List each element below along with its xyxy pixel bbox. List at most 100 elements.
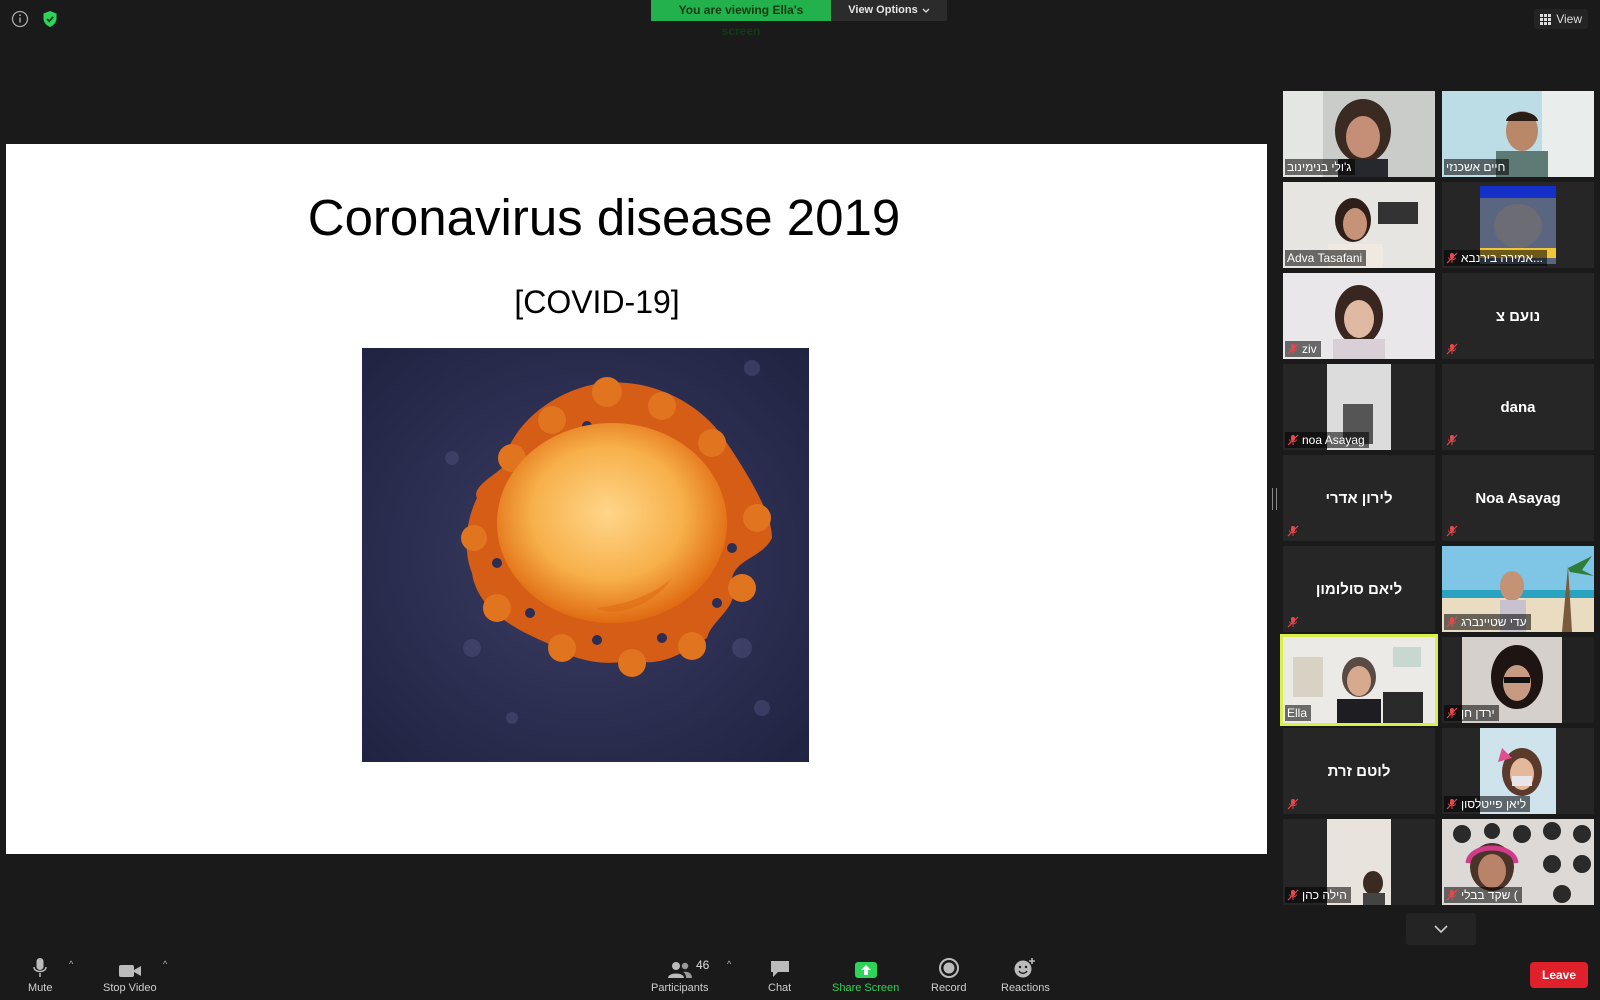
mic-muted-icon bbox=[1446, 525, 1458, 537]
participant-name: לירון אדרי bbox=[1325, 489, 1393, 507]
participant-name-tag: ליאן פייטלסון bbox=[1444, 796, 1531, 812]
participant-tile[interactable]: dana bbox=[1442, 364, 1594, 450]
participant-name: ג'ולי בנימינוב bbox=[1287, 160, 1352, 174]
slide-subtitle: [COVID-19] bbox=[514, 284, 680, 320]
chat-bubble-icon bbox=[770, 961, 789, 977]
stop-video-label: Stop Video bbox=[103, 982, 157, 994]
participant-name-tag: Ella bbox=[1285, 705, 1312, 721]
active-speaker-tile[interactable]: Ella bbox=[1280, 634, 1438, 726]
zoom-meeting-window: You are viewing Ella's screen View Optio… bbox=[0, 0, 1600, 1000]
mic-muted-icon bbox=[1446, 616, 1458, 628]
video-camera-icon bbox=[118, 965, 141, 977]
participant-name-tag: ג'ולי בנימינוב bbox=[1285, 159, 1356, 175]
view-label: View bbox=[1556, 12, 1582, 26]
participant-name: לוטם זרת bbox=[1327, 762, 1391, 780]
participant-name: ליאן פייטלסון bbox=[1461, 797, 1527, 811]
record-label: Record bbox=[931, 982, 967, 994]
participants-options-caret-icon[interactable]: ^ bbox=[727, 959, 731, 969]
participant-name: ziv bbox=[1302, 342, 1317, 356]
mic-muted-icon bbox=[1446, 434, 1458, 446]
participant-name: אמירה בירנבא... bbox=[1461, 251, 1543, 265]
mic-muted-icon bbox=[1287, 889, 1299, 901]
record-icon bbox=[938, 958, 959, 978]
participant-name: חיים אשכנזי bbox=[1446, 160, 1506, 174]
share-screen-button[interactable]: Share Screen bbox=[832, 955, 899, 994]
stop-video-button[interactable]: Stop Video bbox=[103, 955, 157, 994]
viewing-screen-label: You are viewing Ella's screen bbox=[651, 0, 831, 38]
participant-name-tag: אמירה בירנבא... bbox=[1444, 250, 1547, 266]
participant-name-tag: ירדן חן bbox=[1444, 705, 1499, 721]
participant-name-tag: הילה כהן bbox=[1285, 887, 1351, 903]
mic-muted-icon bbox=[1287, 798, 1299, 810]
mute-button[interactable]: Mute bbox=[28, 955, 52, 994]
participant-name-tag: שקד בבלי ( bbox=[1444, 887, 1522, 903]
mic-muted-icon bbox=[1446, 343, 1458, 355]
mic-muted-icon bbox=[1446, 889, 1458, 901]
audio-options-caret-icon[interactable]: ^ bbox=[69, 959, 73, 969]
chat-label: Chat bbox=[768, 982, 792, 994]
mic-muted-icon bbox=[1287, 434, 1299, 446]
participant-name: Adva Tasafani bbox=[1287, 251, 1363, 265]
participant-tile[interactable]: noa Asayag bbox=[1283, 364, 1435, 450]
participants-icon bbox=[667, 962, 692, 978]
mic-muted-icon bbox=[1446, 798, 1458, 810]
mic-muted-icon bbox=[1287, 525, 1299, 537]
participant-name: Ella bbox=[1287, 706, 1308, 720]
participant-tile[interactable]: ziv bbox=[1283, 273, 1435, 359]
chevron-down-icon bbox=[922, 8, 930, 13]
participant-tile[interactable]: ליאם סולומון bbox=[1283, 546, 1435, 632]
participant-name-tag: עדי שטיינברג bbox=[1444, 614, 1531, 630]
participant-name: ליאם סולומון bbox=[1315, 580, 1403, 598]
participant-tile[interactable]: ירדן חן bbox=[1442, 637, 1594, 723]
encryption-shield-icon[interactable] bbox=[40, 9, 60, 29]
participant-tile[interactable]: נועם צ bbox=[1442, 273, 1594, 359]
shared-screen-slide: Coronavirus disease 2019 [COVID-19] bbox=[6, 144, 1267, 854]
participant-name: noa Asayag bbox=[1302, 433, 1365, 447]
participant-name-tag: Adva Tasafani bbox=[1285, 250, 1367, 266]
participant-name-tag: ziv bbox=[1285, 341, 1321, 357]
participant-tile[interactable]: לוטם זרת bbox=[1283, 728, 1435, 814]
participant-tile[interactable]: לירון אדרי bbox=[1283, 455, 1435, 541]
reactions-label: Reactions bbox=[1001, 982, 1050, 994]
view-button[interactable]: View bbox=[1534, 9, 1588, 29]
participant-tile[interactable]: Noa Asayag bbox=[1442, 455, 1594, 541]
participant-name: שקד בבלי ( bbox=[1461, 888, 1518, 902]
gallery-next-page-button[interactable] bbox=[1406, 913, 1476, 945]
participant-name-tag: noa Asayag bbox=[1285, 432, 1369, 448]
participant-tile[interactable]: חיים אשכנזי bbox=[1442, 91, 1594, 177]
panel-resize-handle[interactable] bbox=[1272, 488, 1277, 510]
participant-tile[interactable]: Adva Tasafani bbox=[1283, 182, 1435, 268]
mic-muted-icon bbox=[1287, 343, 1299, 355]
info-icon[interactable] bbox=[10, 9, 30, 29]
participant-name: נועם צ bbox=[1495, 307, 1541, 325]
participant-name-tag: חיים אשכנזי bbox=[1444, 159, 1510, 175]
mute-label: Mute bbox=[28, 982, 53, 994]
record-button[interactable]: Record bbox=[931, 955, 966, 994]
chat-button[interactable]: Chat bbox=[768, 955, 791, 994]
grid-icon bbox=[1540, 13, 1552, 25]
leave-button[interactable]: Leave bbox=[1530, 962, 1588, 988]
slide-title: Coronavirus disease 2019 bbox=[307, 189, 901, 246]
reactions-button[interactable]: Reactions bbox=[1001, 955, 1050, 994]
participant-tile[interactable]: שקד בבלי ( bbox=[1442, 819, 1594, 905]
view-options-button[interactable]: View Options bbox=[831, 0, 947, 21]
meeting-toolbar: Mute ^ Stop Video ^ Participants 46 ^ Ch… bbox=[0, 950, 1600, 1000]
participant-tile[interactable]: עדי שטיינברג bbox=[1442, 546, 1594, 632]
participant-name: ירדן חן bbox=[1461, 706, 1495, 720]
participant-tile[interactable]: הילה כהן bbox=[1283, 819, 1435, 905]
participants-count: 46 bbox=[696, 958, 710, 972]
mic-muted-icon bbox=[1446, 707, 1458, 719]
coronavirus-micrograph-image bbox=[362, 348, 809, 762]
participant-tile[interactable]: ג'ולי בנימינוב bbox=[1283, 91, 1435, 177]
participant-name: עדי שטיינברג bbox=[1461, 615, 1527, 629]
video-options-caret-icon[interactable]: ^ bbox=[163, 959, 167, 969]
participant-tile[interactable]: אמירה בירנבא... bbox=[1442, 182, 1594, 268]
participant-tile[interactable]: ליאן פייטלסון bbox=[1442, 728, 1594, 814]
top-left-icons bbox=[10, 9, 60, 29]
view-options-label: View Options bbox=[848, 4, 918, 16]
screen-share-banner: You are viewing Ella's screen View Optio… bbox=[651, 0, 947, 38]
mic-muted-icon bbox=[1446, 252, 1458, 264]
microphone-icon bbox=[33, 958, 47, 977]
participant-name: dana bbox=[1500, 398, 1536, 416]
chevron-down-icon bbox=[1434, 925, 1448, 934]
